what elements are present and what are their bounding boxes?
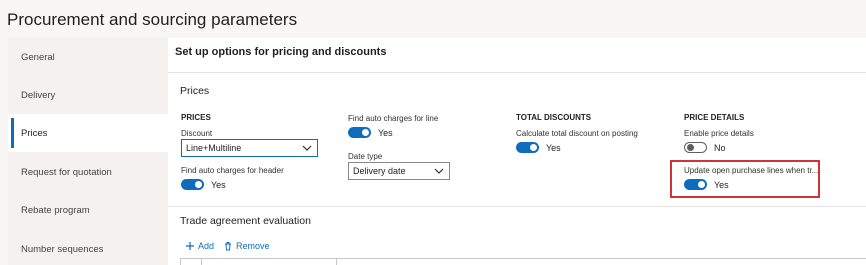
- grid-header-border: [180, 258, 866, 259]
- chevron-down-icon: [434, 168, 444, 174]
- trash-icon: [225, 242, 231, 251]
- toggle-knob: [687, 144, 694, 151]
- sidebar-item-request-for-quotation[interactable]: Request for quotation: [8, 153, 168, 191]
- enable-price-details-toggle[interactable]: [684, 142, 707, 153]
- sidebar-item-general[interactable]: General: [8, 38, 168, 76]
- auto-charges-header-toggle[interactable]: [181, 179, 204, 190]
- update-open-purchase-lines-toggle[interactable]: [684, 179, 707, 190]
- chevron-down-icon: [302, 145, 312, 151]
- sidebar-item-prices[interactable]: Prices: [8, 114, 168, 152]
- update-open-purchase-lines-value: Yes: [714, 180, 729, 190]
- page-title: Procurement and sourcing parameters: [7, 10, 298, 29]
- calc-total-discount-value: Yes: [546, 143, 561, 153]
- auto-charges-line-value: Yes: [378, 128, 393, 138]
- date-type-value: Delivery date: [353, 166, 406, 176]
- toggle-knob: [362, 129, 369, 136]
- enable-price-details-label: Enable price details: [684, 129, 754, 138]
- sidebar: General Delivery Prices Request for quot…: [8, 38, 168, 265]
- toggle-knob: [195, 181, 202, 188]
- prices-heading: PRICES: [181, 113, 211, 122]
- price-details-heading: PRICE DETAILS: [684, 113, 745, 122]
- enable-price-details-value: No: [714, 143, 726, 153]
- discount-value: Line+Multiline: [186, 143, 242, 153]
- divider: [168, 206, 866, 207]
- date-type-label: Date type: [348, 152, 383, 161]
- calc-total-discount-label: Calculate total discount on posting: [516, 129, 638, 138]
- divider: [168, 72, 866, 73]
- sidebar-item-delivery[interactable]: Delivery: [8, 76, 168, 114]
- discount-select[interactable]: Line+Multiline: [181, 139, 318, 157]
- sidebar-item-number-sequences[interactable]: Number sequences: [8, 230, 168, 265]
- plus-icon: [186, 242, 194, 250]
- add-label: Add: [198, 241, 215, 251]
- section-title-trade-agreement: Trade agreement evaluation: [180, 215, 311, 227]
- calc-total-discount-toggle[interactable]: [516, 142, 539, 153]
- date-type-select[interactable]: Delivery date: [348, 162, 450, 180]
- toggle-knob: [698, 181, 705, 188]
- grid-column-divider: [201, 258, 202, 265]
- grid-column-divider: [336, 258, 337, 265]
- content-title: Set up options for pricing and discounts: [175, 46, 387, 58]
- auto-charges-header-value: Yes: [211, 180, 226, 190]
- discount-label: Discount: [181, 129, 213, 138]
- auto-charges-line-label: Find auto charges for line: [348, 114, 439, 123]
- toggle-knob: [530, 144, 537, 151]
- grid-column-divider: [180, 258, 181, 265]
- remove-button[interactable]: Remove: [223, 241, 270, 251]
- sidebar-item-rebate-program[interactable]: Rebate program: [8, 191, 168, 229]
- add-button[interactable]: Add: [185, 241, 214, 251]
- main-content: Set up options for pricing and discounts…: [168, 38, 866, 265]
- total-discounts-heading: TOTAL DISCOUNTS: [516, 113, 592, 122]
- remove-label: Remove: [236, 241, 270, 251]
- update-open-purchase-lines-label: Update open purchase lines when tr...: [684, 166, 819, 175]
- auto-charges-header-label: Find auto charges for header: [181, 166, 284, 175]
- section-title-prices: Prices: [180, 85, 210, 97]
- auto-charges-line-toggle[interactable]: [348, 127, 371, 138]
